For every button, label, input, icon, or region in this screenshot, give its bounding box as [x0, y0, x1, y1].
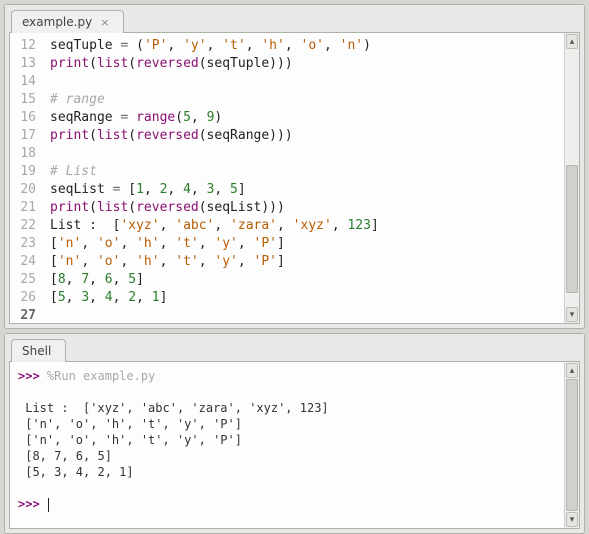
scroll-down-icon[interactable]: ▾: [566, 307, 578, 322]
shell-body: >>> %Run example.py List : ['xyz', 'abc'…: [9, 361, 580, 529]
code-line[interactable]: # List: [50, 163, 560, 181]
line-number: 14: [16, 73, 36, 91]
code-area[interactable]: seqTuple = ('P', 'y', 't', 'h', 'o', 'n'…: [44, 33, 564, 323]
code-line[interactable]: # range: [50, 91, 560, 109]
line-number: 21: [16, 199, 36, 217]
shell-pane: Shell >>> %Run example.py List : ['xyz',…: [4, 333, 585, 534]
scroll-up-icon[interactable]: ▴: [566, 34, 578, 49]
code-line[interactable]: print(list(reversed(seqList))): [50, 199, 560, 217]
shell-tab[interactable]: Shell: [11, 339, 66, 362]
scroll-thumb[interactable]: [566, 379, 578, 511]
line-number: 27: [16, 307, 36, 324]
code-line[interactable]: ['n', 'o', 'h', 't', 'y', 'P']: [50, 253, 560, 271]
code-line[interactable]: print(list(reversed(seqTuple))): [50, 55, 560, 73]
line-number: 24: [16, 253, 36, 271]
code-line[interactable]: [50, 307, 560, 323]
line-number: 18: [16, 145, 36, 163]
line-number: 15: [16, 91, 36, 109]
code-line[interactable]: seqTuple = ('P', 'y', 't', 'h', 'o', 'n'…: [50, 37, 560, 55]
code-line[interactable]: ['n', 'o', 'h', 't', 'y', 'P']: [50, 235, 560, 253]
line-number: 19: [16, 163, 36, 181]
code-line[interactable]: [50, 73, 560, 91]
code-line[interactable]: [8, 7, 6, 5]: [50, 271, 560, 289]
line-number: 25: [16, 271, 36, 289]
code-line[interactable]: List : ['xyz', 'abc', 'zara', 'xyz', 123…: [50, 217, 560, 235]
line-number: 22: [16, 217, 36, 235]
editor-tab-label: example.py: [22, 15, 92, 29]
shell-output[interactable]: >>> %Run example.py List : ['xyz', 'abc'…: [10, 362, 564, 528]
code-line[interactable]: seqList = [1, 2, 4, 3, 5]: [50, 181, 560, 199]
code-line[interactable]: print(list(reversed(seqRange))): [50, 127, 560, 145]
code-line[interactable]: seqRange = range(5, 9): [50, 109, 560, 127]
code-line[interactable]: [5, 3, 4, 2, 1]: [50, 289, 560, 307]
line-number: 23: [16, 235, 36, 253]
editor-tab[interactable]: example.py ×: [11, 10, 124, 33]
line-number: 26: [16, 289, 36, 307]
shell-tab-label: Shell: [22, 344, 51, 358]
code-line[interactable]: [50, 145, 560, 163]
line-number: 20: [16, 181, 36, 199]
editor-pane: example.py × 121314151617181920212223242…: [4, 4, 585, 329]
line-number: 17: [16, 127, 36, 145]
scroll-track[interactable]: [565, 50, 579, 306]
scroll-up-icon[interactable]: ▴: [566, 363, 578, 378]
line-gutter: 12131415161718192021222324252627: [10, 33, 44, 323]
scroll-down-icon[interactable]: ▾: [566, 512, 578, 527]
editor-body: 12131415161718192021222324252627 seqTupl…: [9, 32, 580, 324]
line-number: 16: [16, 109, 36, 127]
shell-tab-row: Shell: [5, 334, 584, 361]
shell-scrollbar[interactable]: ▴ ▾: [564, 362, 579, 528]
close-icon[interactable]: ×: [100, 17, 109, 28]
scroll-thumb[interactable]: [566, 165, 578, 293]
scroll-track[interactable]: [565, 379, 579, 511]
line-number: 13: [16, 55, 36, 73]
line-number: 12: [16, 37, 36, 55]
editor-tab-row: example.py ×: [5, 5, 584, 32]
editor-scrollbar[interactable]: ▴ ▾: [564, 33, 579, 323]
